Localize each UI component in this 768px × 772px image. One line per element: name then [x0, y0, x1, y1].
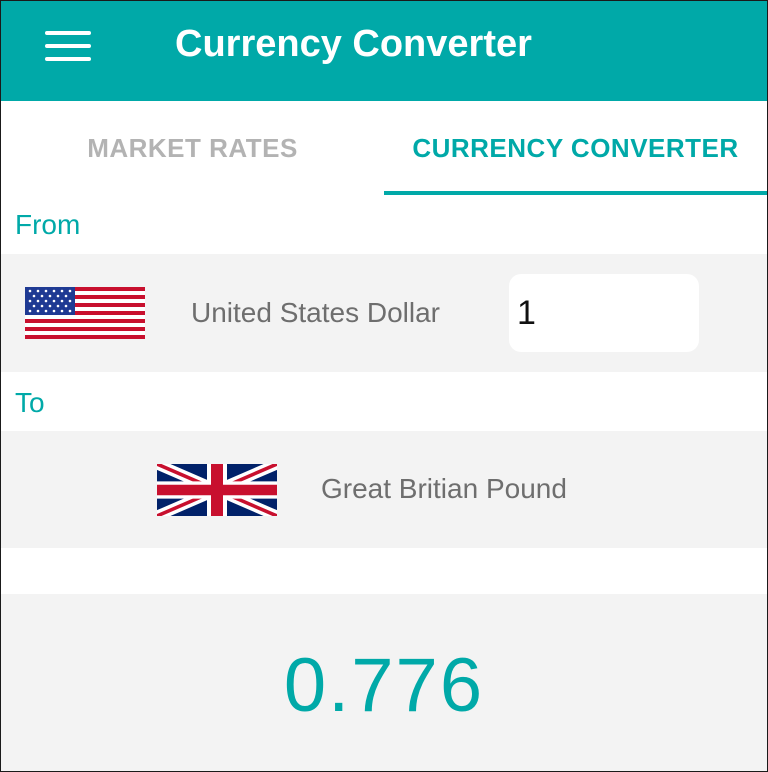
from-currency-name[interactable]: United States Dollar [191, 297, 440, 329]
to-currency-row[interactable]: Great Britian Pound [1, 431, 767, 548]
tab-bar: MARKET RATES CURRENCY CONVERTER [1, 101, 767, 196]
active-tab-indicator [384, 191, 767, 195]
app-title: Currency Converter [175, 23, 532, 65]
hamburger-menu-icon[interactable] [45, 31, 91, 61]
app-screen: Currency Converter MARKET RATES CURRENCY… [0, 0, 768, 772]
to-currency-name[interactable]: Great Britian Pound [321, 473, 567, 505]
to-label: To [15, 387, 45, 418]
app-bar: Currency Converter [1, 1, 767, 101]
gb-flag-icon [157, 464, 277, 516]
from-currency-row[interactable]: United States Dollar [1, 254, 767, 372]
result-panel: 0.776 [1, 594, 767, 771]
tab-currency-converter[interactable]: CURRENCY CONVERTER [384, 101, 767, 196]
converted-value: 0.776 [283, 643, 485, 728]
from-label: From [15, 209, 81, 240]
us-flag-icon [25, 287, 145, 339]
amount-input[interactable] [509, 274, 699, 352]
tab-market-rates[interactable]: MARKET RATES [1, 101, 384, 196]
